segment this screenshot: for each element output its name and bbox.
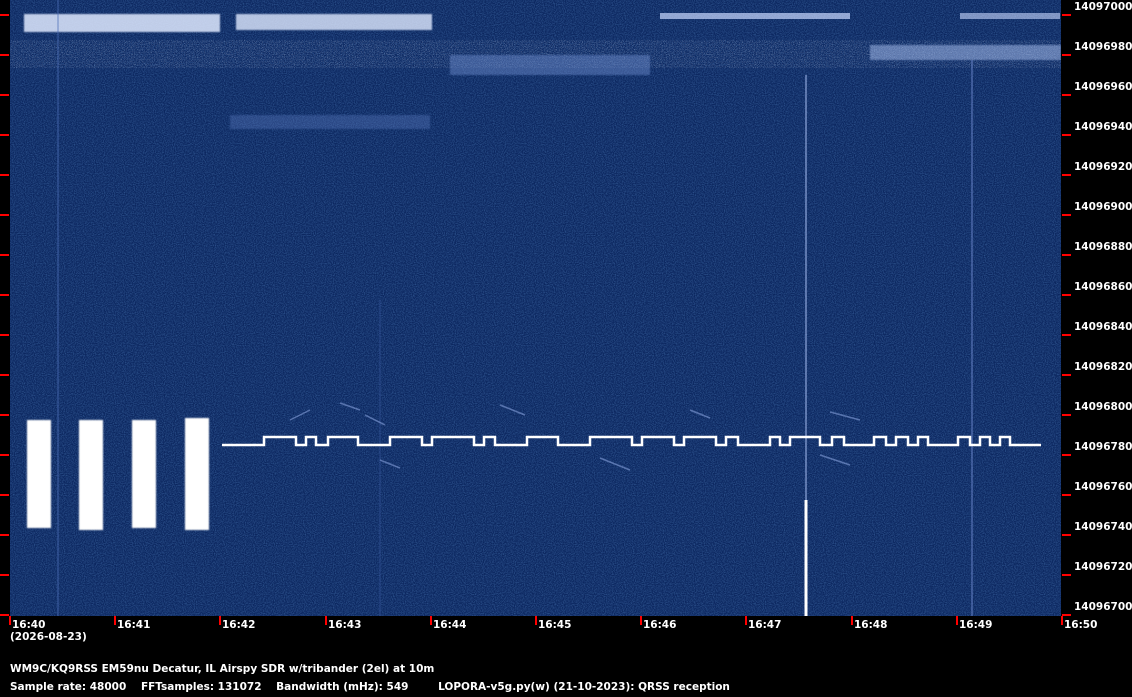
x-tick [1061,616,1063,625]
x-axis-labels: 16:40 16:41 16:42 16:43 16:44 16:45 16:46 16:47… [0,616,1132,636]
y-tick-label: 14096980 [1074,41,1132,53]
y-tick-label: 14096780 [1074,441,1132,453]
y-tick-left [0,14,9,16]
y-tick-left [0,494,9,496]
y-tick-right [1062,94,1071,96]
y-tick-label: 14096920 [1074,161,1132,173]
y-tick-label: 14096760 [1074,481,1132,493]
fft-samples: FFTsamples: 131072 [140,681,262,693]
y-tick-left [0,334,9,336]
x-tick-label: 16:49 [959,619,993,631]
x-tick [745,616,747,625]
y-tick-left [0,614,9,616]
x-tick [956,616,958,625]
x-tick-label: 16:40 [12,619,46,631]
y-tick-label: 14096860 [1074,281,1132,293]
station-info: WM9C/KQ9RSS EM59nu Decatur, IL Airspy SD… [10,663,435,675]
x-tick [114,616,116,625]
y-tick-label: 14096820 [1074,361,1132,373]
y-tick-right [1062,14,1071,16]
x-tick [9,616,11,625]
y-tick-left [0,174,9,176]
spectrogram-waterfall [10,0,1061,616]
x-tick-label: 16:45 [538,619,572,631]
y-tick-label: 14096900 [1074,201,1132,213]
y-tick-right [1062,494,1071,496]
x-tick-label: 16:50 [1064,619,1098,631]
x-tick [325,616,327,625]
y-tick-right [1062,334,1071,336]
y-tick-label: 14096960 [1074,81,1132,93]
x-tick-label: 16:47 [748,619,782,631]
y-tick-right [1062,134,1071,136]
y-tick-left [0,454,9,456]
date-label: (2026-08-23) [10,631,87,643]
y-tick-right [1062,414,1071,416]
x-tick-label: 16:46 [643,619,677,631]
y-tick-left [0,374,9,376]
y-tick-label: 14096880 [1074,241,1132,253]
y-tick-right [1062,574,1071,576]
y-tick-right [1062,174,1071,176]
y-tick-right [1062,54,1071,56]
x-tick [851,616,853,625]
y-tick-left [0,94,9,96]
y-tick-right [1062,454,1071,456]
y-tick-left [0,294,9,296]
waterfall-noise [10,0,1061,616]
y-tick-left [0,254,9,256]
x-tick-label: 16:42 [222,619,256,631]
y-tick-left [0,534,9,536]
x-tick [219,616,221,625]
y-tick-label: 14096740 [1074,521,1132,533]
x-tick [430,616,432,625]
x-tick-label: 16:48 [854,619,888,631]
y-tick-right [1062,534,1071,536]
y-tick-label: 14096700 [1074,601,1132,613]
software-version: LOPORA-v5g.py(w) (21-10-2023): QRSS rece… [438,681,730,693]
y-tick-left [0,574,9,576]
y-tick-label: 14096840 [1074,321,1132,333]
y-tick-label: 14097000 [1074,1,1132,13]
y-tick-label: 14096940 [1074,121,1132,133]
capture-parameters: Sample rate: 48000 FFTsamples: 131072 Ba… [10,681,741,693]
y-tick-label: 14096720 [1074,561,1132,573]
y-tick-left [0,54,9,56]
x-tick [535,616,537,625]
y-tick-left [0,414,9,416]
waterfall-svg [10,0,1061,616]
y-tick-left [0,134,9,136]
y-tick-right [1062,374,1071,376]
y-tick-left [0,214,9,216]
y-tick-right [1062,214,1071,216]
sample-rate: Sample rate: 48000 [10,681,127,693]
x-tick-label: 16:44 [433,619,467,631]
y-axis-labels: 14097000 14096980 14096960 14096940 14096920… [1062,0,1132,620]
y-tick-right [1062,254,1071,256]
x-tick-label: 16:41 [117,619,151,631]
y-tick-right [1062,614,1071,616]
bandwidth: Bandwidth (mHz): 549 [276,681,409,693]
y-tick-right [1062,294,1071,296]
x-tick-label: 16:43 [328,619,362,631]
x-tick [640,616,642,625]
y-tick-label: 14096800 [1074,401,1132,413]
